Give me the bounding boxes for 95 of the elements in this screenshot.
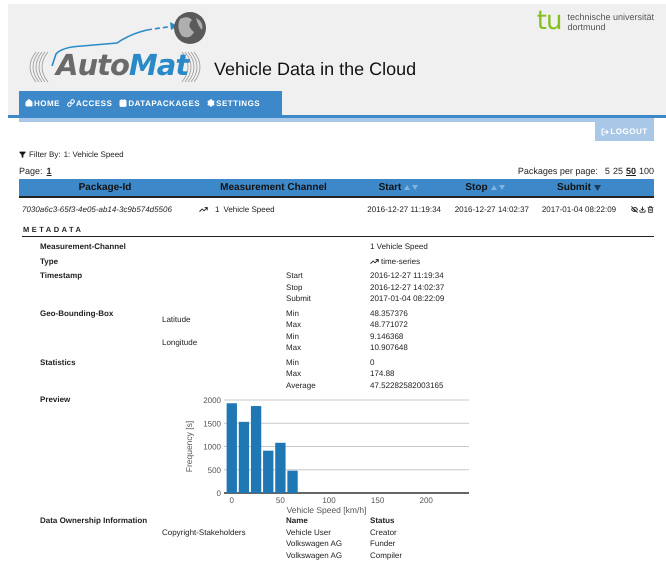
column-header[interactable]: Measurement Channel: [220, 182, 327, 193]
metadata-value: time-series: [381, 256, 420, 267]
column-header[interactable]: Start: [378, 182, 402, 193]
column-header[interactable]: Stop: [465, 182, 488, 193]
metadata-value: 174.88: [370, 368, 394, 380]
y-tick-label: 1500: [203, 419, 221, 428]
chart-icon: [370, 256, 379, 266]
filter-value: 1: Vehicle Speed: [64, 150, 124, 158]
nav-link[interactable]: ACCESS: [67, 98, 118, 108]
metadata-value: 2016-12-27 11:19:34: [370, 270, 444, 282]
metadata-value: 0: [370, 356, 374, 368]
per-page-option[interactable]: 50: [626, 166, 636, 176]
logout-icon: [601, 128, 610, 136]
metadata-value: 9.146368: [370, 330, 404, 342]
column-header[interactable]: Package-Id: [78, 182, 132, 193]
metadata-label: Geo-Bounding-Box: [40, 308, 114, 320]
logo-text: AutoMat: [56, 48, 188, 82]
package-id: 7030a6c3-65f3-4e05-ab14-3c9b574d5506: [21, 205, 173, 214]
column-header: Name: [286, 515, 309, 526]
table-cell-text: Volkswagen AG: [286, 538, 344, 550]
y-tick-label: 2000: [203, 396, 221, 405]
nav-link[interactable]: DATAPACKAGES: [119, 98, 206, 108]
metadata-value: 10.907648: [370, 342, 408, 354]
metadata-key: Stop: [286, 282, 370, 293]
metadata-key: Max: [286, 368, 370, 380]
metadata-value: 2016-12-27 14:02:37: [370, 282, 444, 293]
x-tick-label: 0: [230, 496, 234, 505]
column-header[interactable]: Submit: [557, 182, 591, 193]
table-cell-text: Funder: [370, 538, 396, 550]
metadata-label: Preview: [40, 394, 72, 406]
metadata-label: Data Ownership Information: [40, 515, 148, 526]
university-logo: tu: [536, 10, 562, 32]
table-cell-text: Volkswagen AG: [286, 550, 344, 561]
metadata-value: 47.52282582003165: [370, 380, 444, 391]
delete-icon[interactable]: [647, 206, 654, 213]
histogram-bar: [238, 422, 250, 493]
metadata-key: Min: [286, 356, 370, 368]
y-axis-title: Frequency [s]: [184, 420, 194, 472]
start-time: 2016-12-27 11:19:34: [366, 205, 441, 214]
page-label: Page:: [19, 166, 43, 176]
x-tick-label: 150: [370, 496, 384, 505]
metadata-value: 48.357376: [370, 308, 408, 319]
channel-name: Vehicle Speed: [223, 205, 275, 214]
metadata-label: Statistics: [40, 356, 77, 368]
site-title: Vehicle Data in the Cloud: [214, 59, 416, 80]
metadata-key: Min: [286, 330, 370, 342]
metadata-value: 2017-01-04 08:22:09: [370, 293, 444, 304]
table-cell-text: Compiler: [370, 550, 404, 561]
metadata-value: 1 Vehicle Speed: [370, 241, 428, 252]
hide-icon[interactable]: [631, 206, 638, 213]
home-icon: [25, 99, 33, 107]
calendar-icon: [119, 99, 128, 107]
university-name: dortmund: [567, 22, 606, 32]
metadata-label: Measurement-Channel: [40, 241, 127, 252]
link-icon: [67, 99, 75, 107]
per-page-label: Packages per page:: [518, 166, 598, 176]
channel-number: 1: [215, 205, 220, 214]
chart-icon: [199, 205, 208, 214]
per-page-option[interactable]: 100: [638, 166, 654, 176]
column-header: Status: [370, 515, 396, 526]
filter-icon: [19, 150, 26, 158]
x-axis-title: Vehicle Speed [km/h]: [286, 505, 366, 515]
y-tick-label: 500: [208, 466, 221, 475]
metadata-key: Submit: [286, 293, 370, 304]
x-tick-label: 50: [276, 496, 285, 505]
settings-icon: [207, 99, 216, 107]
x-tick-label: 200: [420, 496, 433, 505]
histogram-bar: [263, 450, 274, 493]
metadata-key: Min: [286, 308, 370, 319]
table-cell-text: Creator: [370, 526, 398, 538]
stop-time: 2016-12-27 14:02:37: [454, 205, 529, 214]
y-tick-label: 1000: [203, 442, 221, 452]
nav-link[interactable]: SETTINGS: [207, 98, 266, 108]
metadata-group: Latitude: [162, 314, 286, 324]
page-link[interactable]: 1: [46, 166, 52, 176]
per-page-option[interactable]: 25: [612, 166, 623, 176]
per-page-option[interactable]: 5: [604, 166, 610, 176]
table-cell-text: Vehicle User: [286, 526, 332, 538]
submit-time: 2017-01-04 08:22:09: [540, 205, 618, 214]
metadata-group: Copyright-Stakeholders: [162, 526, 286, 538]
metadata-key: Max: [286, 319, 370, 330]
filter-label: Filter By:: [29, 150, 61, 158]
metadata-label: Type: [40, 256, 60, 267]
sort-descending-icon[interactable]: [594, 184, 601, 190]
x-tick-label: 100: [322, 496, 336, 505]
metadata-key: Start: [286, 270, 370, 282]
y-tick-label: 0: [216, 489, 221, 498]
metadata-label: Timestamp: [40, 270, 84, 282]
university-name: technische universität: [567, 12, 654, 22]
metadata-key: Max: [286, 342, 370, 354]
metadata-value: 48.771072: [370, 319, 408, 330]
metadata-group: Longitude: [162, 338, 286, 346]
download-icon[interactable]: [639, 206, 646, 213]
metadata-key: Average: [286, 380, 370, 391]
nav-link[interactable]: HOME: [25, 98, 66, 108]
